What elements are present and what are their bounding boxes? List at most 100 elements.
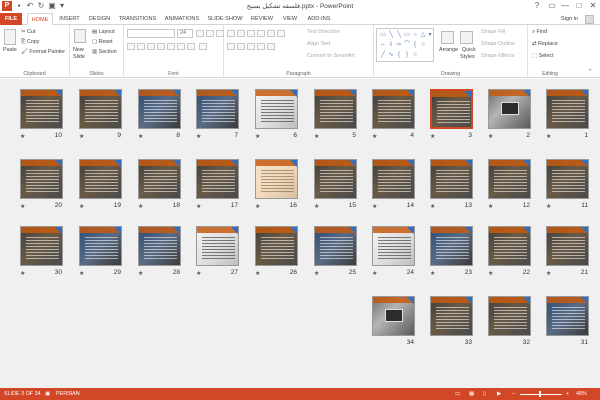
tab-file[interactable]: FILE <box>0 13 22 25</box>
transition-star-icon[interactable]: ★ <box>546 270 551 277</box>
transition-star-icon[interactable]: ★ <box>196 270 201 277</box>
sign-in-link[interactable]: Sign in <box>561 13 578 25</box>
transition-star-icon[interactable]: ★ <box>372 270 377 277</box>
justify-icon[interactable] <box>257 43 265 50</box>
help-button[interactable]: ? <box>530 0 544 12</box>
curve-shape-icon[interactable]: ∿ <box>388 52 394 58</box>
slideshow-view-icon[interactable]: ▶ <box>497 388 501 400</box>
change-case-icon[interactable] <box>187 43 195 50</box>
brace-shape-icon[interactable]: } <box>404 52 410 58</box>
copy-button[interactable]: ⎘ Copy <box>21 39 39 46</box>
convert-smartart-button[interactable]: Convert to SmartArt <box>307 53 355 60</box>
line-spacing-icon[interactable] <box>267 30 275 37</box>
slide-thumbnail-9[interactable] <box>79 89 122 129</box>
align-center-icon[interactable] <box>237 43 245 50</box>
transition-star-icon[interactable]: ★ <box>196 133 201 140</box>
transition-star-icon[interactable]: ★ <box>488 270 493 277</box>
slide-thumbnail-14[interactable] <box>372 159 415 199</box>
slide-thumbnail-4[interactable] <box>372 89 415 129</box>
transition-star-icon[interactable]: ★ <box>20 203 25 210</box>
align-left-icon[interactable] <box>227 43 235 50</box>
slide-thumbnail-29[interactable] <box>79 226 122 266</box>
rectangle-shape-icon[interactable]: ▭ <box>380 32 386 38</box>
slide-thumbnail-28[interactable] <box>138 226 181 266</box>
transition-star-icon[interactable]: ★ <box>138 133 143 140</box>
transition-star-icon[interactable]: ★ <box>372 203 377 210</box>
transition-star-icon[interactable]: ★ <box>546 203 551 210</box>
triangle-shape-icon[interactable]: △ <box>420 32 426 38</box>
zoom-slider-knob[interactable] <box>539 391 542 397</box>
language-icon[interactable]: ▣ <box>45 388 50 400</box>
slide-thumbnail-11[interactable] <box>546 159 589 199</box>
slide-thumbnail-23[interactable] <box>430 226 473 266</box>
format-painter-button[interactable]: 🖌 Format Painter <box>21 49 65 56</box>
transition-star-icon[interactable]: ★ <box>196 203 201 210</box>
line-shape-icon[interactable]: ╱ <box>380 52 386 58</box>
ellipse-shape-icon[interactable]: ○ <box>412 32 418 38</box>
curve-shape-icon[interactable]: ⌒ <box>404 42 410 48</box>
increase-indent-icon[interactable] <box>257 30 265 37</box>
layout-button[interactable]: ▤ Layout <box>92 29 115 36</box>
normal-view-icon[interactable]: ▭ <box>455 388 460 400</box>
transition-star-icon[interactable]: ★ <box>372 133 377 140</box>
slide-thumbnail-20[interactable] <box>20 159 63 199</box>
transition-star-icon[interactable]: ★ <box>488 133 493 140</box>
line-shape-icon[interactable]: ╲ <box>388 32 394 38</box>
slide-thumbnail-16[interactable] <box>255 159 298 199</box>
numbering-icon[interactable] <box>237 30 245 37</box>
transition-star-icon[interactable]: ★ <box>314 270 319 277</box>
brace-shape-icon[interactable]: { <box>412 42 418 48</box>
slide-thumbnail-26[interactable] <box>255 226 298 266</box>
transition-star-icon[interactable]: ★ <box>430 203 435 210</box>
align-right-icon[interactable] <box>247 43 255 50</box>
rectangle-shape-icon[interactable]: ▭ <box>404 32 410 38</box>
paste-icon[interactable] <box>4 29 16 45</box>
close-button[interactable]: ✕ <box>586 0 600 12</box>
replace-button[interactable]: ⇄ Replace <box>532 41 558 48</box>
slide-thumbnail-8[interactable] <box>138 89 181 129</box>
shapes-gallery[interactable]: ▭ ╲ ╲ ▭ ○ △ ⌐ ⇩ ⇨ ⌒ { ☆ ╱ ∿ { } ☆ ▾ <box>376 28 434 62</box>
transition-star-icon[interactable]: ★ <box>255 270 260 277</box>
slide-thumbnail-34[interactable] <box>372 296 415 336</box>
slide-thumbnail-17[interactable] <box>196 159 239 199</box>
grow-font-icon[interactable] <box>196 30 204 37</box>
slide-thumbnail-15[interactable] <box>314 159 357 199</box>
font-size-field[interactable]: 24 <box>177 29 193 38</box>
gallery-scroll-icon[interactable]: ▾ <box>427 32 433 38</box>
cut-button[interactable]: ✂ Cut <box>21 29 35 36</box>
transition-star-icon[interactable]: ★ <box>314 203 319 210</box>
slide-thumbnail-1[interactable] <box>546 89 589 129</box>
tab-insert[interactable]: INSERT <box>57 13 82 25</box>
new-slide-button[interactable]: New <box>73 47 84 54</box>
arrange-button[interactable]: Arrange <box>439 47 458 54</box>
star-shape-icon[interactable]: ☆ <box>420 42 426 48</box>
slide-thumbnail-32[interactable] <box>488 296 531 336</box>
language-indicator[interactable]: PERSIAN <box>56 388 80 400</box>
arrange-icon[interactable] <box>441 31 454 44</box>
transition-star-icon[interactable]: ★ <box>546 133 551 140</box>
transition-star-icon[interactable]: ★ <box>314 133 319 140</box>
minimize-button[interactable]: — <box>558 0 572 12</box>
slide-thumbnail-24[interactable] <box>372 226 415 266</box>
text-direction-button[interactable]: Text Direction <box>307 29 340 36</box>
strikethrough-icon[interactable] <box>167 43 175 50</box>
bold-icon[interactable] <box>127 43 135 50</box>
transition-star-icon[interactable]: ★ <box>20 270 25 277</box>
slide-thumbnail-6[interactable] <box>255 89 298 129</box>
italic-icon[interactable] <box>137 43 145 50</box>
tab-home[interactable]: HOME <box>27 13 53 25</box>
reading-view-icon[interactable]: ▯ <box>483 388 486 400</box>
rtl-icon[interactable] <box>277 30 285 37</box>
slide-thumbnail-21[interactable] <box>546 226 589 266</box>
transition-star-icon[interactable]: ★ <box>20 133 25 140</box>
reset-button[interactable]: ▢ Reset <box>92 39 113 46</box>
arrow-shape-icon[interactable]: ⌐ <box>380 42 386 48</box>
maximize-button[interactable]: □ <box>572 0 586 12</box>
slide-thumbnail-30[interactable] <box>20 226 63 266</box>
shape-effects-button[interactable]: Shape Effects <box>481 53 514 60</box>
tab-view[interactable]: VIEW <box>280 13 300 25</box>
slide-sorter-view-icon[interactable]: ▦ <box>469 388 474 400</box>
clear-formatting-icon[interactable] <box>216 30 224 37</box>
tab-transitions[interactable]: TRANSITIONS <box>117 13 158 25</box>
tab-animations[interactable]: ANIMATIONS <box>162 13 202 25</box>
